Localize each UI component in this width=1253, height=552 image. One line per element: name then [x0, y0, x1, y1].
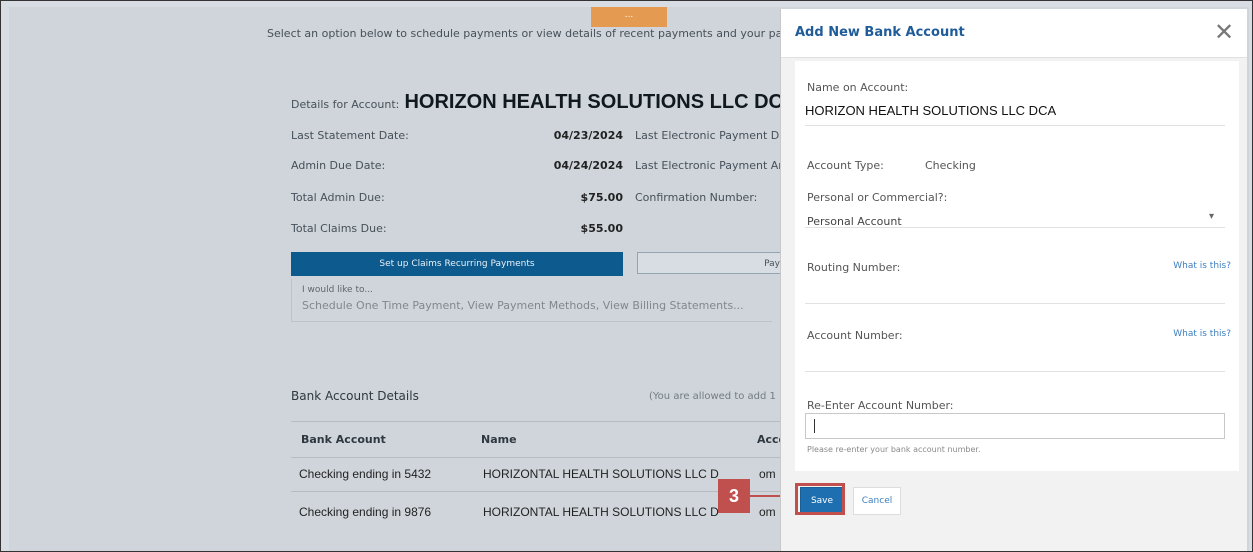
- account-type-value: Checking: [925, 159, 976, 172]
- reenter-account-number-input[interactable]: [805, 413, 1225, 439]
- screenshot-frame: ... Select an option below to schedule p…: [0, 0, 1253, 552]
- chevron-down-icon[interactable]: ▾: [1209, 211, 1214, 222]
- personal-or-commercial-label: Personal or Commercial?:: [807, 191, 948, 204]
- table-cell-account: Checking ending in 9876: [299, 505, 432, 519]
- allowed-accounts-note: (You are allowed to add 1: [649, 391, 776, 402]
- setup-recurring-payments-button[interactable]: Set up Claims Recurring Payments: [291, 252, 623, 276]
- routing-help-link[interactable]: What is this?: [1173, 261, 1231, 271]
- top-tab[interactable]: ...: [591, 7, 667, 27]
- detail-label-secondary: Last Electronic Payment Dat: [635, 129, 791, 142]
- action-select[interactable]: I would like to... Schedule One Time Pay…: [291, 279, 772, 322]
- details-prefix: Details for Account:: [291, 98, 400, 111]
- routing-number-input[interactable]: [805, 277, 1225, 304]
- add-bank-account-panel: Add New Bank Account ✕ Name on Account: …: [780, 9, 1247, 551]
- detail-label-secondary: Confirmation Number:: [635, 191, 758, 204]
- panel-title: Add New Bank Account: [795, 25, 965, 40]
- detail-row: Admin Due Date: 04/24/2024 Last Electron…: [291, 159, 789, 181]
- bank-account-form: Name on Account: HORIZON HEALTH SOLUTION…: [795, 61, 1239, 471]
- personal-or-commercial-value: Personal Account: [807, 215, 902, 228]
- detail-label: Total Admin Due:: [291, 191, 385, 204]
- cancel-button[interactable]: Cancel: [853, 487, 901, 515]
- account-number-label: Account Number:: [807, 329, 903, 342]
- table-cell-name: HORIZONTAL HEALTH SOLUTIONS LLC D: [483, 505, 719, 519]
- table-cell-extra: om: [759, 467, 776, 481]
- table-header-bank-account: Bank Account: [301, 433, 386, 446]
- account-name: HORIZON HEALTH SOLUTIONS LLC DCA |: [404, 91, 808, 113]
- detail-label: Total Claims Due:: [291, 222, 387, 235]
- detail-label: Admin Due Date:: [291, 159, 386, 172]
- action-select-options: Schedule One Time Payment, View Payment …: [302, 299, 744, 312]
- account-details-title: Details for Account: HORIZON HEALTH SOLU…: [291, 91, 808, 114]
- text-caret: [814, 419, 815, 433]
- reenter-account-number-label: Re-Enter Account Number:: [807, 399, 954, 412]
- reenter-hint: Please re-enter your bank account number…: [807, 445, 981, 454]
- pay-button[interactable]: Pay: [637, 252, 787, 274]
- bank-account-details-title: Bank Account Details: [291, 389, 419, 403]
- detail-value: $55.00: [580, 222, 623, 235]
- action-select-label: I would like to...: [302, 285, 373, 295]
- detail-label: Last Statement Date:: [291, 129, 409, 142]
- detail-label-secondary: Last Electronic Payment Am: [635, 159, 790, 172]
- name-on-account-label: Name on Account:: [807, 81, 909, 94]
- routing-number-label: Routing Number:: [807, 261, 901, 274]
- step-badge: 3: [718, 479, 750, 513]
- account-number-help-link[interactable]: What is this?: [1173, 329, 1231, 339]
- detail-value: $75.00: [580, 191, 623, 204]
- detail-row: Total Claims Due: $55.00: [291, 222, 771, 244]
- name-on-account-field[interactable]: [805, 99, 1225, 126]
- detail-row: Last Statement Date: 04/23/2024 Last Ele…: [291, 129, 790, 151]
- close-icon[interactable]: ✕: [1209, 17, 1239, 47]
- table-cell-account: Checking ending in 5432: [299, 467, 432, 481]
- panel-header: Add New Bank Account ✕: [781, 9, 1247, 58]
- account-type-label: Account Type:: [807, 159, 884, 172]
- account-number-input[interactable]: [805, 345, 1225, 372]
- save-button-highlight: [795, 483, 845, 515]
- table-divider: [291, 457, 781, 458]
- intro-text: Select an option below to schedule payme…: [267, 27, 832, 40]
- table-header-name: Name: [481, 433, 517, 446]
- detail-row: Total Admin Due: $75.00 Confirmation Num…: [291, 191, 771, 213]
- table-divider: [291, 421, 781, 422]
- table-divider: [291, 491, 781, 492]
- table-cell-name: HORIZONTAL HEALTH SOLUTIONS LLC D: [483, 467, 719, 481]
- table-cell-extra: om: [759, 505, 776, 519]
- detail-value: 04/24/2024: [553, 159, 623, 172]
- detail-value: 04/23/2024: [553, 129, 623, 142]
